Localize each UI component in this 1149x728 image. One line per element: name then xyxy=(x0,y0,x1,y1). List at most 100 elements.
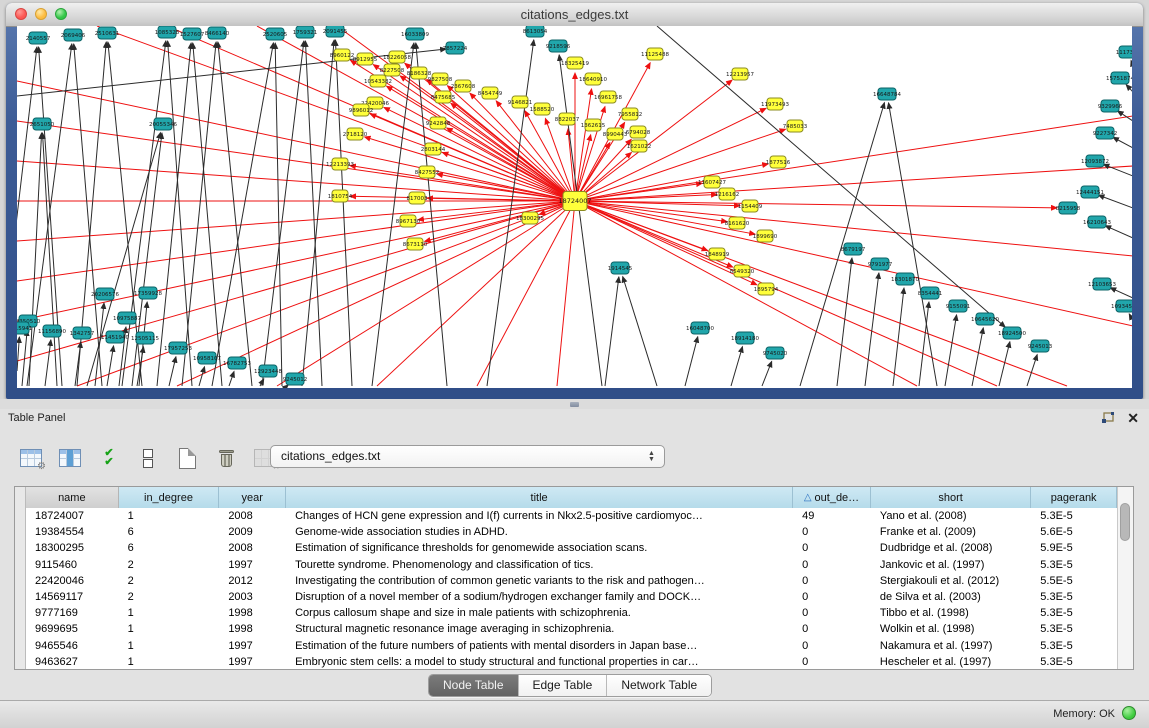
table-row[interactable]: 946362711997Embryonic stem cells: a mode… xyxy=(26,654,1117,669)
table-selector-dropdown[interactable]: citations_edges.txt ▲▼ xyxy=(270,445,665,468)
graph-node[interactable]: 18325419 xyxy=(561,57,589,69)
close-panel-icon[interactable]: ✕ xyxy=(1127,411,1139,425)
graph-node[interactable]: 2367608 xyxy=(451,80,476,92)
network-window-titlebar[interactable]: citations_edges.txt xyxy=(6,3,1143,27)
graph-node[interactable]: 16033809 xyxy=(401,28,429,40)
graph-node[interactable]: 1914545 xyxy=(608,262,633,274)
graph-node[interactable]: 1117345 xyxy=(1116,46,1132,58)
column-header-year[interactable]: year xyxy=(219,487,286,508)
graph-node[interactable]: 1362615 xyxy=(581,119,606,131)
column-header-in-degree[interactable]: in_degree xyxy=(119,487,220,508)
graph-node[interactable]: 8822037 xyxy=(555,113,580,125)
graph-node-hub[interactable]: 18724007 xyxy=(558,192,591,211)
graph-node[interactable]: 8990443 xyxy=(603,128,628,140)
graph-node[interactable]: 1877516 xyxy=(766,156,791,168)
graph-node[interactable]: 12923448 xyxy=(254,365,282,377)
graph-node[interactable]: 7485033 xyxy=(783,120,808,132)
graph-node[interactable]: 12213957 xyxy=(726,68,754,80)
graph-node[interactable]: 18640910 xyxy=(579,73,607,85)
graph-node[interactable]: 9791977 xyxy=(868,258,893,270)
graph-node[interactable]: 9745020 xyxy=(763,347,788,359)
tab-network-table[interactable]: Network Table xyxy=(607,675,711,696)
graph-node[interactable]: 8673110 xyxy=(403,238,428,250)
create-column-button[interactable] xyxy=(174,445,200,471)
graph-node[interactable]: 7955812 xyxy=(618,108,643,120)
graph-node[interactable]: 1759321 xyxy=(293,26,318,38)
table-row[interactable]: 977716911998Corpus callosum shape and si… xyxy=(26,605,1117,621)
graph-node[interactable]: 2718120 xyxy=(343,128,368,140)
graph-node[interactable]: 1342757 xyxy=(70,327,95,339)
graph-node[interactable]: 16648784 xyxy=(873,88,901,100)
graph-node[interactable]: 10934570 xyxy=(1111,300,1132,312)
graph-node[interactable]: 8161620 xyxy=(725,217,750,229)
graph-node[interactable]: 2510631 xyxy=(95,27,120,39)
graph-node[interactable]: 8679197 xyxy=(841,243,866,255)
graph-node[interactable]: 817003 xyxy=(407,192,428,204)
graph-node[interactable]: 2520605 xyxy=(263,28,288,40)
network-canvas[interactable]: 1872400789601228912955182260588227508105… xyxy=(17,26,1132,388)
graph-node[interactable]: 18301870 xyxy=(891,273,919,285)
graph-node[interactable]: 10645620 xyxy=(971,313,999,325)
graph-node[interactable]: 11607427 xyxy=(698,176,726,188)
graph-node[interactable]: 8912955 xyxy=(353,53,378,65)
graph-node[interactable]: 8613054 xyxy=(523,26,548,37)
graph-node[interactable]: 2069406 xyxy=(61,29,86,41)
graph-node[interactable]: 9329966 xyxy=(1098,100,1123,112)
graph-node[interactable]: 8466140 xyxy=(205,27,230,39)
graph-node[interactable]: 1810754 xyxy=(328,190,353,202)
tab-edge-table[interactable]: Edge Table xyxy=(519,675,608,696)
graph-node[interactable]: 9245013 xyxy=(1028,340,1053,352)
graph-node[interactable]: 8227508 xyxy=(380,64,405,76)
graph-node[interactable]: 6794028 xyxy=(626,126,651,138)
table-row[interactable]: 1830029562008Estimation of significance … xyxy=(26,540,1117,556)
table-vertical-scrollbar[interactable] xyxy=(1117,487,1133,669)
select-all-button[interactable]: ✔✔ xyxy=(96,445,122,471)
graph-node[interactable]: 8215958 xyxy=(1056,202,1081,214)
graph-node[interactable]: 10958107 xyxy=(193,352,221,364)
graph-node[interactable]: 10975887 xyxy=(113,312,141,324)
clear-selection-button[interactable] xyxy=(135,445,161,471)
graph-node[interactable]: 9245012 xyxy=(283,373,308,385)
table-row[interactable]: 969969511998Structural magnetic resonanc… xyxy=(26,621,1117,637)
graph-node[interactable]: 2140557 xyxy=(26,32,51,44)
graph-node[interactable]: 1085328 xyxy=(155,26,180,38)
table-row[interactable]: 1938455462009Genome-wide association stu… xyxy=(26,524,1117,540)
graph-node[interactable]: 11156890 xyxy=(38,325,66,337)
table-row[interactable]: 2242004622012Investigating the contribut… xyxy=(26,573,1117,589)
graph-node[interactable]: 18914180 xyxy=(731,332,759,344)
graph-node[interactable]: 10543382 xyxy=(364,75,392,87)
graph-node[interactable]: 9242848 xyxy=(426,117,451,129)
splitter-grip-icon[interactable] xyxy=(570,402,579,407)
graph-node[interactable]: 9155091 xyxy=(946,300,971,312)
graph-node[interactable]: 16961758 xyxy=(594,91,622,103)
graph-node[interactable]: 7857224 xyxy=(443,42,468,54)
select-columns-button[interactable] xyxy=(57,445,83,471)
graph-node[interactable]: 1899690 xyxy=(753,230,778,242)
memory-status-indicator[interactable] xyxy=(1122,706,1136,720)
graph-node[interactable]: 16782753 xyxy=(223,357,251,369)
table-row[interactable]: 946554611997Estimation of the future num… xyxy=(26,638,1117,654)
scrollbar-thumb[interactable] xyxy=(1120,503,1130,541)
column-header-name[interactable]: name xyxy=(26,487,119,508)
graph-node[interactable]: 2091455 xyxy=(323,26,348,37)
column-header-title[interactable]: title xyxy=(286,487,793,508)
graph-node[interactable]: 12213393 xyxy=(326,158,354,170)
graph-node[interactable]: 1621022 xyxy=(627,140,652,152)
graph-node[interactable]: 2651050 xyxy=(30,118,55,130)
graph-node[interactable]: 18924500 xyxy=(998,327,1026,339)
graph-node[interactable]: 12444151 xyxy=(1076,186,1104,198)
graph-node[interactable]: 8354441 xyxy=(918,287,943,299)
graph-node[interactable]: 1895794 xyxy=(754,283,779,295)
graph-node[interactable]: 8967130 xyxy=(396,215,421,227)
table-row[interactable]: 1872400712008Changes of HCN gene express… xyxy=(26,508,1117,524)
graph-node[interactable]: 16048700 xyxy=(686,322,714,334)
tab-node-table[interactable]: Node Table xyxy=(429,675,519,696)
column-header-out-de-[interactable]: △out_de… xyxy=(793,487,871,508)
graph-node[interactable]: 1216162 xyxy=(715,188,740,200)
delete-columns-button[interactable] xyxy=(213,445,239,471)
graph-node[interactable]: 9227342 xyxy=(1093,127,1118,139)
table-mode-button[interactable]: ⚙ xyxy=(18,445,44,471)
graph-node[interactable]: 9146821 xyxy=(508,96,533,108)
table-row[interactable]: 1456911722003Disruption of a novel membe… xyxy=(26,589,1117,605)
graph-node[interactable]: 11125488 xyxy=(641,48,669,60)
